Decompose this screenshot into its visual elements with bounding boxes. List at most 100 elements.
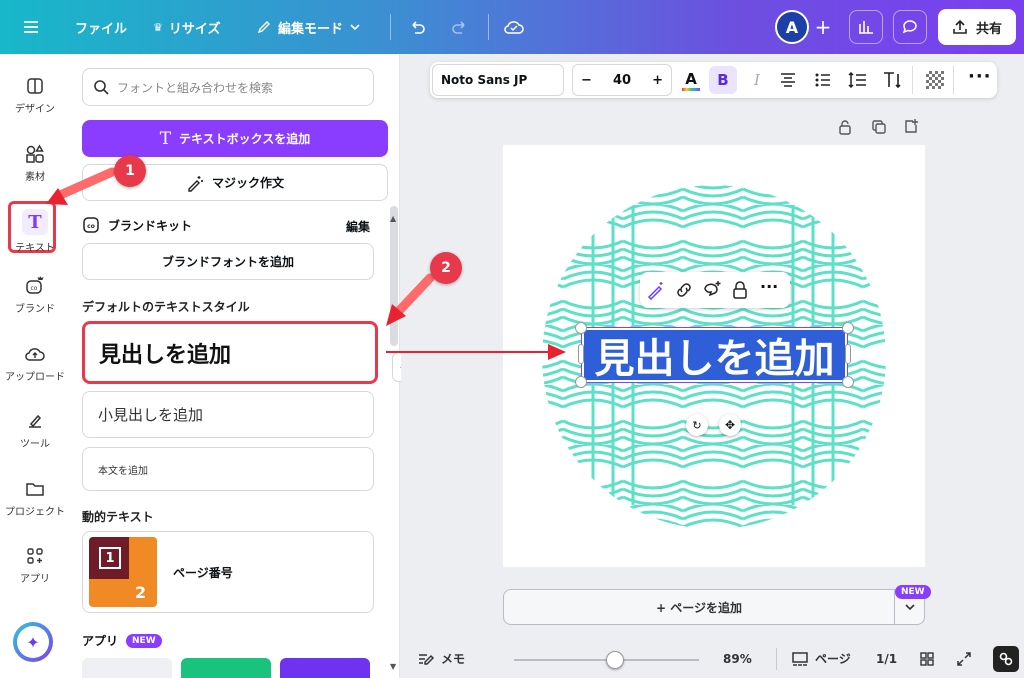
add-subheading-button[interactable]: 小見出しを追加 <box>82 391 374 438</box>
thumbnail-number-1: 1 <box>99 547 121 569</box>
top-bar: ファイル ♛ リサイズ 編集モード A + 共有 <box>0 0 1024 54</box>
rotate-handle[interactable]: ↻ <box>686 414 708 436</box>
font-search-field[interactable]: フォントと組み合わせを検索 <box>82 68 374 106</box>
duplicate-icon <box>872 120 886 134</box>
share-button[interactable]: 共有 <box>938 9 1016 45</box>
side-handle[interactable] <box>845 344 851 364</box>
selected-heading-textbox[interactable]: 見出しを追加 <box>581 327 848 383</box>
rail-text[interactable]: T テキスト <box>0 209 70 254</box>
more-icon: ··· <box>968 66 992 87</box>
undo-button[interactable] <box>407 0 427 54</box>
font-size-value[interactable]: 40 <box>613 73 631 88</box>
duplicate-page-button[interactable] <box>871 119 887 139</box>
rail-elements[interactable]: 素材 <box>0 144 70 183</box>
resize-handle[interactable] <box>842 322 854 334</box>
link-button[interactable] <box>674 280 694 304</box>
fullscreen-button[interactable] <box>956 651 972 670</box>
add-page-icon-button[interactable] <box>903 119 919 139</box>
brand-kit-edit-link[interactable]: 編集 <box>346 218 370 235</box>
resize-handle[interactable] <box>575 322 587 334</box>
transparency-icon[interactable] <box>926 71 944 89</box>
add-textbox-button[interactable]: T テキストボックスを追加 <box>82 120 388 157</box>
font-family-dropdown[interactable]: Noto Sans JP <box>432 64 564 96</box>
text-panel: フォントと組み合わせを検索 T テキストボックスを追加 マジック作文 co ブラ… <box>70 54 400 678</box>
rail-brand[interactable]: co ブランド <box>0 276 70 315</box>
magic-wand-icon <box>647 282 663 301</box>
zoom-value[interactable]: 89% <box>723 652 752 666</box>
font-size-stepper[interactable]: − 40 + <box>572 64 672 96</box>
align-center-button[interactable] <box>779 71 797 93</box>
add-heading-button[interactable]: 見出しを追加 <box>82 321 378 384</box>
scroll-up-arrow[interactable]: ▲ <box>390 214 396 223</box>
add-body-text-button[interactable]: 本文を追加 <box>82 447 374 491</box>
more-options-button[interactable]: ··· <box>968 66 992 87</box>
vertical-text-button[interactable] <box>882 70 904 94</box>
page-count[interactable]: 1/1 <box>876 652 897 666</box>
hamburger-icon <box>24 21 38 33</box>
bottom-bar: メモ 89% ページ 1/1 <box>401 640 1024 678</box>
grid-view-button[interactable] <box>919 651 935 670</box>
lock-page-button[interactable] <box>838 119 852 139</box>
rail-projects[interactable]: プロジェクト <box>0 479 70 518</box>
zoom-slider-thumb[interactable] <box>606 651 624 669</box>
avatar[interactable]: A <box>775 10 809 44</box>
rail-tools-label: ツール <box>20 439 50 450</box>
insights-button[interactable] <box>849 10 883 44</box>
add-comment-button[interactable] <box>702 280 722 304</box>
list-button[interactable] <box>814 71 832 93</box>
lock-element-button[interactable] <box>732 280 748 304</box>
add-brand-font-label: ブランドフォントを追加 <box>161 255 294 269</box>
pages-view-button[interactable]: ページ <box>791 650 851 667</box>
rail-tools[interactable]: ツール <box>0 411 70 450</box>
rail-apps[interactable]: アプリ <box>0 546 70 585</box>
app-tile[interactable] <box>181 658 271 678</box>
add-page-icon <box>905 119 918 133</box>
magic-edit-button[interactable] <box>646 280 666 304</box>
file-menu[interactable]: ファイル <box>75 0 127 54</box>
menu-button[interactable] <box>22 0 40 54</box>
app-tile[interactable] <box>82 658 172 678</box>
help-button[interactable] <box>993 646 1019 672</box>
app-tile[interactable] <box>280 658 370 678</box>
side-handle[interactable] <box>578 344 584 364</box>
add-brand-font-button[interactable]: ブランドフォントを追加 <box>82 243 374 280</box>
font-size-increase[interactable]: + <box>652 73 663 88</box>
edit-mode-dropdown[interactable]: 編集モード <box>256 0 361 54</box>
lock-icon <box>733 281 747 299</box>
text-direction-icon <box>884 72 901 89</box>
font-size-decrease[interactable]: − <box>581 73 592 88</box>
resize-handle[interactable] <box>575 376 587 388</box>
chevron-down-icon <box>905 604 915 611</box>
move-icon: ✥ <box>724 418 736 432</box>
pages-icon <box>792 651 808 666</box>
shapes-icon <box>26 144 44 163</box>
italic-button[interactable]: I <box>744 66 770 94</box>
cloud-check-icon <box>504 21 524 34</box>
rail-uploads[interactable]: アップロード <box>0 344 70 383</box>
resize-button[interactable]: ♛ リサイズ <box>153 0 221 54</box>
font-family-value: Noto Sans JP <box>441 73 528 87</box>
add-page-bar: + ページを追加 <box>503 589 925 625</box>
cloud-save-status[interactable] <box>503 0 525 54</box>
panel-scrollbar[interactable] <box>390 206 398 346</box>
redo-button[interactable] <box>450 0 470 54</box>
move-handle[interactable]: ✥ <box>719 414 741 436</box>
element-more-button[interactable]: ··· <box>760 277 778 296</box>
default-text-styles-title: デフォルトのテキストスタイル <box>82 300 250 314</box>
text-color-button[interactable]: A <box>678 66 704 94</box>
magic-assistant-button[interactable]: ✦ <box>13 622 53 662</box>
scroll-down-arrow[interactable]: ▼ <box>390 662 396 671</box>
resize-handle[interactable] <box>842 376 854 388</box>
spacing-button[interactable] <box>848 71 868 93</box>
heading-text: 見出しを追加 <box>594 336 835 382</box>
add-collaborator-button[interactable]: + <box>809 12 837 42</box>
rail-design[interactable]: デザイン <box>0 76 70 115</box>
add-page-button[interactable]: + ページを追加 <box>504 590 894 624</box>
bold-button[interactable]: B <box>709 66 737 94</box>
notes-button[interactable]: メモ <box>417 650 465 667</box>
comment-button[interactable] <box>893 10 927 44</box>
rail-design-label: デザイン <box>15 104 55 115</box>
more-icon: ··· <box>760 277 779 296</box>
brand-icon: co <box>26 276 44 294</box>
page-number-card[interactable]: 1 2 ページ番号 <box>82 531 374 613</box>
